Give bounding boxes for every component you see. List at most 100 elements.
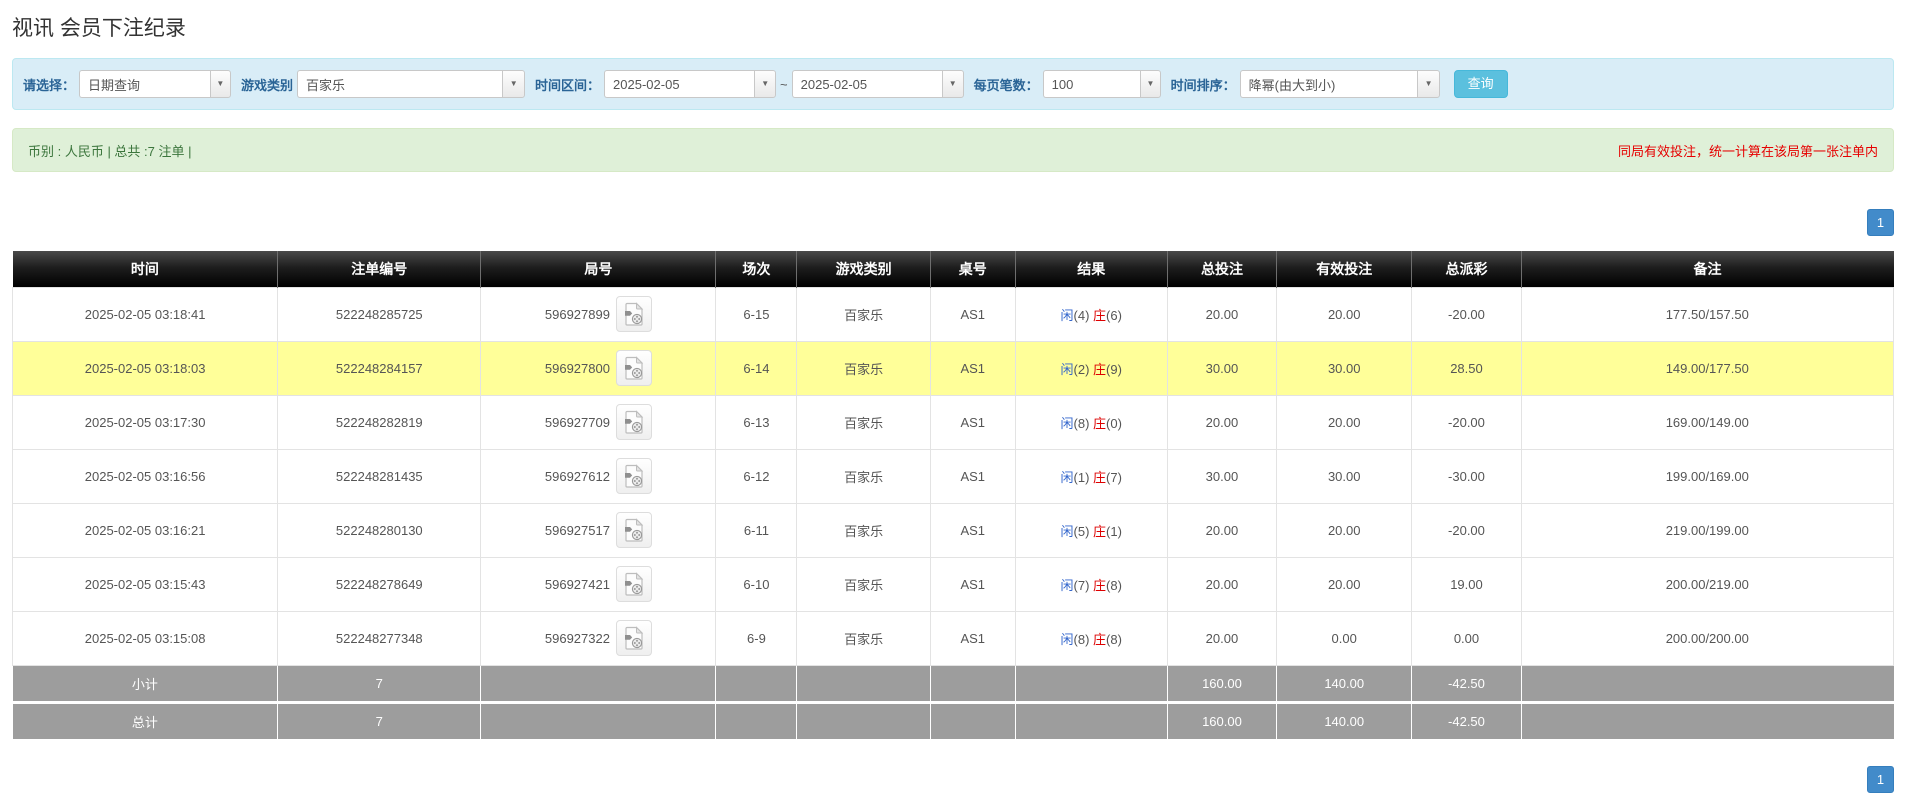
cell-session: 6-14 — [716, 341, 797, 395]
cell-result: 闲(7) 庄(8) — [1015, 557, 1167, 611]
chevron-down-icon: ▼ — [761, 80, 769, 88]
pagination-bottom: 1 — [12, 766, 1894, 793]
cell-bet-id: 522248278649 — [278, 557, 481, 611]
player-result-label: 闲 — [1061, 362, 1074, 377]
video-replay-button[interactable] — [616, 620, 652, 656]
chevron-down-icon: ▼ — [1425, 80, 1433, 88]
subtotal-row-game — [797, 665, 931, 702]
cell-remark: 200.00/219.00 — [1521, 557, 1893, 611]
cell-total-bet: 20.00 — [1167, 503, 1276, 557]
cell-remark: 200.00/200.00 — [1521, 611, 1893, 665]
banker-result-value: (0) — [1106, 416, 1122, 431]
round-number: 596927421 — [545, 577, 610, 592]
cell-valid-bet: 20.00 — [1277, 503, 1412, 557]
cell-session: 6-12 — [716, 449, 797, 503]
video-replay-button[interactable] — [616, 566, 652, 602]
round-number: 596927709 — [545, 415, 610, 430]
cell-total-bet: 30.00 — [1167, 449, 1276, 503]
video-file-icon — [623, 302, 645, 326]
summary-bar: 币别 : 人民币 | 总共 :7 注单 | 同局有效投注，统一计算在该局第一张注… — [12, 128, 1894, 172]
cell-bet-id: 522248280130 — [278, 503, 481, 557]
cell-time: 2025-02-05 03:16:56 — [13, 449, 278, 503]
cell-round-id: 596927709 — [481, 395, 716, 449]
cell-valid-bet: 30.00 — [1277, 341, 1412, 395]
column-header-1: 时间 — [13, 251, 278, 287]
cell-time: 2025-02-05 03:15:43 — [13, 557, 278, 611]
bet-records-table: 时间注单编号局号场次游戏类别桌号结果总投注有效投注总派彩备注 2025-02-0… — [12, 251, 1894, 739]
cell-valid-bet: 20.00 — [1277, 557, 1412, 611]
pagination-page-button[interactable]: 1 — [1867, 766, 1894, 793]
cell-table-no: AS1 — [930, 611, 1015, 665]
cell-valid-bet: 20.00 — [1277, 287, 1412, 341]
game-type-combobox: ▼ — [297, 70, 525, 98]
query-type-input[interactable] — [79, 70, 210, 98]
date-to-input[interactable] — [792, 70, 942, 98]
search-button[interactable]: 查询 — [1454, 70, 1508, 98]
banker-result-value: (1) — [1106, 524, 1122, 539]
cell-total-bet: 20.00 — [1167, 395, 1276, 449]
cell-valid-bet: 20.00 — [1277, 395, 1412, 449]
cell-game-type: 百家乐 — [797, 611, 931, 665]
pagination-top: 1 — [12, 209, 1894, 236]
cell-payout: 28.50 — [1412, 341, 1521, 395]
video-file-icon — [623, 464, 645, 488]
cell-result: 闲(5) 庄(1) — [1015, 503, 1167, 557]
cell-payout: 19.00 — [1412, 557, 1521, 611]
video-replay-button[interactable] — [616, 296, 652, 332]
cell-remark: 169.00/149.00 — [1521, 395, 1893, 449]
banker-result-label: 庄 — [1093, 308, 1106, 323]
filter-bar: 请选择： ▼ 游戏类别 ▼ 时间区间： ▼ ~ ▼ 每页笔数： ▼ 时间排序： … — [12, 58, 1894, 110]
query-type-dropdown-button[interactable]: ▼ — [210, 70, 231, 98]
cell-valid-bet: 0.00 — [1277, 611, 1412, 665]
subtotal-row-valid-bet: 140.00 — [1277, 665, 1412, 702]
player-result-value: (5) — [1074, 524, 1094, 539]
video-replay-button[interactable] — [616, 458, 652, 494]
table-row: 2025-02-05 03:16:21 522248280130 5969275… — [13, 503, 1894, 557]
player-result-label: 闲 — [1061, 308, 1074, 323]
subtotal-row-label: 小计 — [13, 665, 278, 702]
cell-bet-id: 522248285725 — [278, 287, 481, 341]
game-type-label: 游戏类别 — [241, 75, 293, 94]
subtotal-row-round — [481, 665, 716, 702]
player-result-label: 闲 — [1061, 416, 1074, 431]
player-result-value: (8) — [1074, 416, 1094, 431]
cell-total-bet: 20.00 — [1167, 557, 1276, 611]
game-type-input[interactable] — [297, 70, 502, 98]
round-number: 596927322 — [545, 631, 610, 646]
video-replay-button[interactable] — [616, 404, 652, 440]
game-type-dropdown-button[interactable]: ▼ — [502, 70, 525, 98]
page-size-input[interactable] — [1043, 70, 1141, 98]
cell-session: 6-10 — [716, 557, 797, 611]
cell-table-no: AS1 — [930, 503, 1015, 557]
subtotal-row-table — [930, 665, 1015, 702]
round-number: 596927800 — [545, 361, 610, 376]
video-file-icon — [623, 356, 645, 380]
page-size-dropdown-button[interactable]: ▼ — [1140, 70, 1160, 98]
cell-time: 2025-02-05 03:17:30 — [13, 395, 278, 449]
table-row: 2025-02-05 03:15:43 522248278649 5969274… — [13, 557, 1894, 611]
cell-session: 6-9 — [716, 611, 797, 665]
subtotal-row-total-bet: 160.00 — [1167, 665, 1276, 702]
chevron-down-icon: ▼ — [510, 80, 518, 88]
date-from-input[interactable] — [604, 70, 754, 98]
column-header-2: 注单编号 — [278, 251, 481, 287]
cell-bet-id: 522248277348 — [278, 611, 481, 665]
banker-result-label: 庄 — [1093, 632, 1106, 647]
date-from-dropdown-button[interactable]: ▼ — [754, 70, 776, 98]
video-replay-button[interactable] — [616, 350, 652, 386]
pagination-page-button[interactable]: 1 — [1867, 209, 1894, 236]
banker-result-label: 庄 — [1093, 362, 1106, 377]
banker-result-label: 庄 — [1093, 470, 1106, 485]
player-result-value: (7) — [1074, 578, 1094, 593]
cell-time: 2025-02-05 03:15:08 — [13, 611, 278, 665]
sort-order-input[interactable] — [1240, 70, 1418, 98]
video-replay-button[interactable] — [616, 512, 652, 548]
subtotal-row-payout: -42.50 — [1412, 665, 1521, 702]
video-file-icon — [623, 626, 645, 650]
date-to-dropdown-button[interactable]: ▼ — [942, 70, 964, 98]
cell-payout: -20.00 — [1412, 395, 1521, 449]
cell-result: 闲(2) 庄(9) — [1015, 341, 1167, 395]
chevron-down-icon: ▼ — [1147, 80, 1155, 88]
sort-order-dropdown-button[interactable]: ▼ — [1417, 70, 1439, 98]
total-row-result — [1015, 702, 1167, 739]
